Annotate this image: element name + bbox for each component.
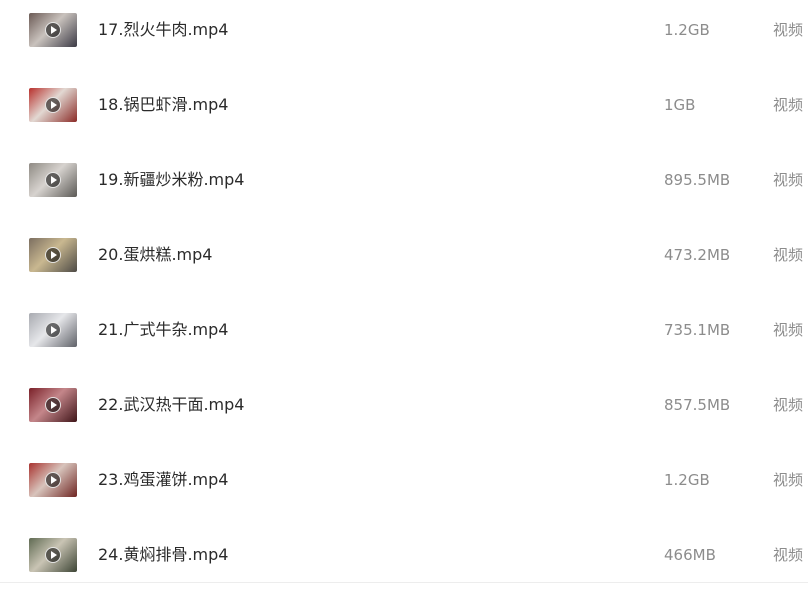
file-type: 视频 [773, 321, 804, 339]
file-name[interactable]: 24.黄焖排骨.mp4 [98, 545, 228, 565]
file-name[interactable]: 19.新疆炒米粉.mp4 [98, 170, 244, 190]
file-type: 视频 [773, 171, 804, 189]
video-thumbnail[interactable] [29, 538, 77, 572]
file-type: 视频 [773, 471, 804, 489]
file-type: 视频 [773, 21, 804, 39]
play-icon [45, 547, 61, 563]
file-size: 466MB [664, 546, 716, 564]
file-size: 1GB [664, 96, 696, 114]
file-row[interactable]: 17.烈火牛肉.mp4 1.2GB 视频 [0, 0, 808, 68]
file-type: 视频 [773, 396, 804, 414]
file-size: 1.2GB [664, 471, 710, 489]
video-thumbnail[interactable] [29, 13, 77, 47]
play-icon [45, 397, 61, 413]
play-icon [45, 247, 61, 263]
file-size: 895.5MB [664, 171, 731, 189]
play-icon [45, 172, 61, 188]
file-row[interactable]: 23.鸡蛋灌饼.mp4 1.2GB 视频 [0, 443, 808, 518]
video-thumbnail[interactable] [29, 313, 77, 347]
file-row[interactable]: 22.武汉热干面.mp4 857.5MB 视频 [0, 368, 808, 443]
file-size: 735.1MB [664, 321, 731, 339]
play-icon [45, 22, 61, 38]
file-name[interactable]: 23.鸡蛋灌饼.mp4 [98, 470, 228, 490]
file-row[interactable]: 21.广式牛杂.mp4 735.1MB 视频 [0, 293, 808, 368]
file-row[interactable]: 19.新疆炒米粉.mp4 895.5MB 视频 [0, 143, 808, 218]
file-type: 视频 [773, 546, 804, 564]
file-type: 视频 [773, 96, 804, 114]
file-row[interactable]: 18.锅巴虾滑.mp4 1GB 视频 [0, 68, 808, 143]
file-row[interactable]: 20.蛋烘糕.mp4 473.2MB 视频 [0, 218, 808, 293]
file-size: 857.5MB [664, 396, 731, 414]
file-size: 473.2MB [664, 246, 731, 264]
video-thumbnail[interactable] [29, 463, 77, 497]
video-thumbnail[interactable] [29, 163, 77, 197]
file-name[interactable]: 22.武汉热干面.mp4 [98, 395, 244, 415]
video-thumbnail[interactable] [29, 388, 77, 422]
play-icon [45, 322, 61, 338]
file-size: 1.2GB [664, 21, 710, 39]
file-name[interactable]: 18.锅巴虾滑.mp4 [98, 95, 228, 115]
play-icon [45, 97, 61, 113]
video-thumbnail[interactable] [29, 88, 77, 122]
file-list: 17.烈火牛肉.mp4 1.2GB 视频 18.锅巴虾滑.mp4 1GB 视频 … [0, 0, 808, 593]
row-divider [0, 582, 808, 583]
file-name[interactable]: 17.烈火牛肉.mp4 [98, 20, 228, 40]
play-icon [45, 472, 61, 488]
video-thumbnail[interactable] [29, 238, 77, 272]
file-name[interactable]: 21.广式牛杂.mp4 [98, 320, 228, 340]
file-name[interactable]: 20.蛋烘糕.mp4 [98, 245, 212, 265]
file-type: 视频 [773, 246, 804, 264]
